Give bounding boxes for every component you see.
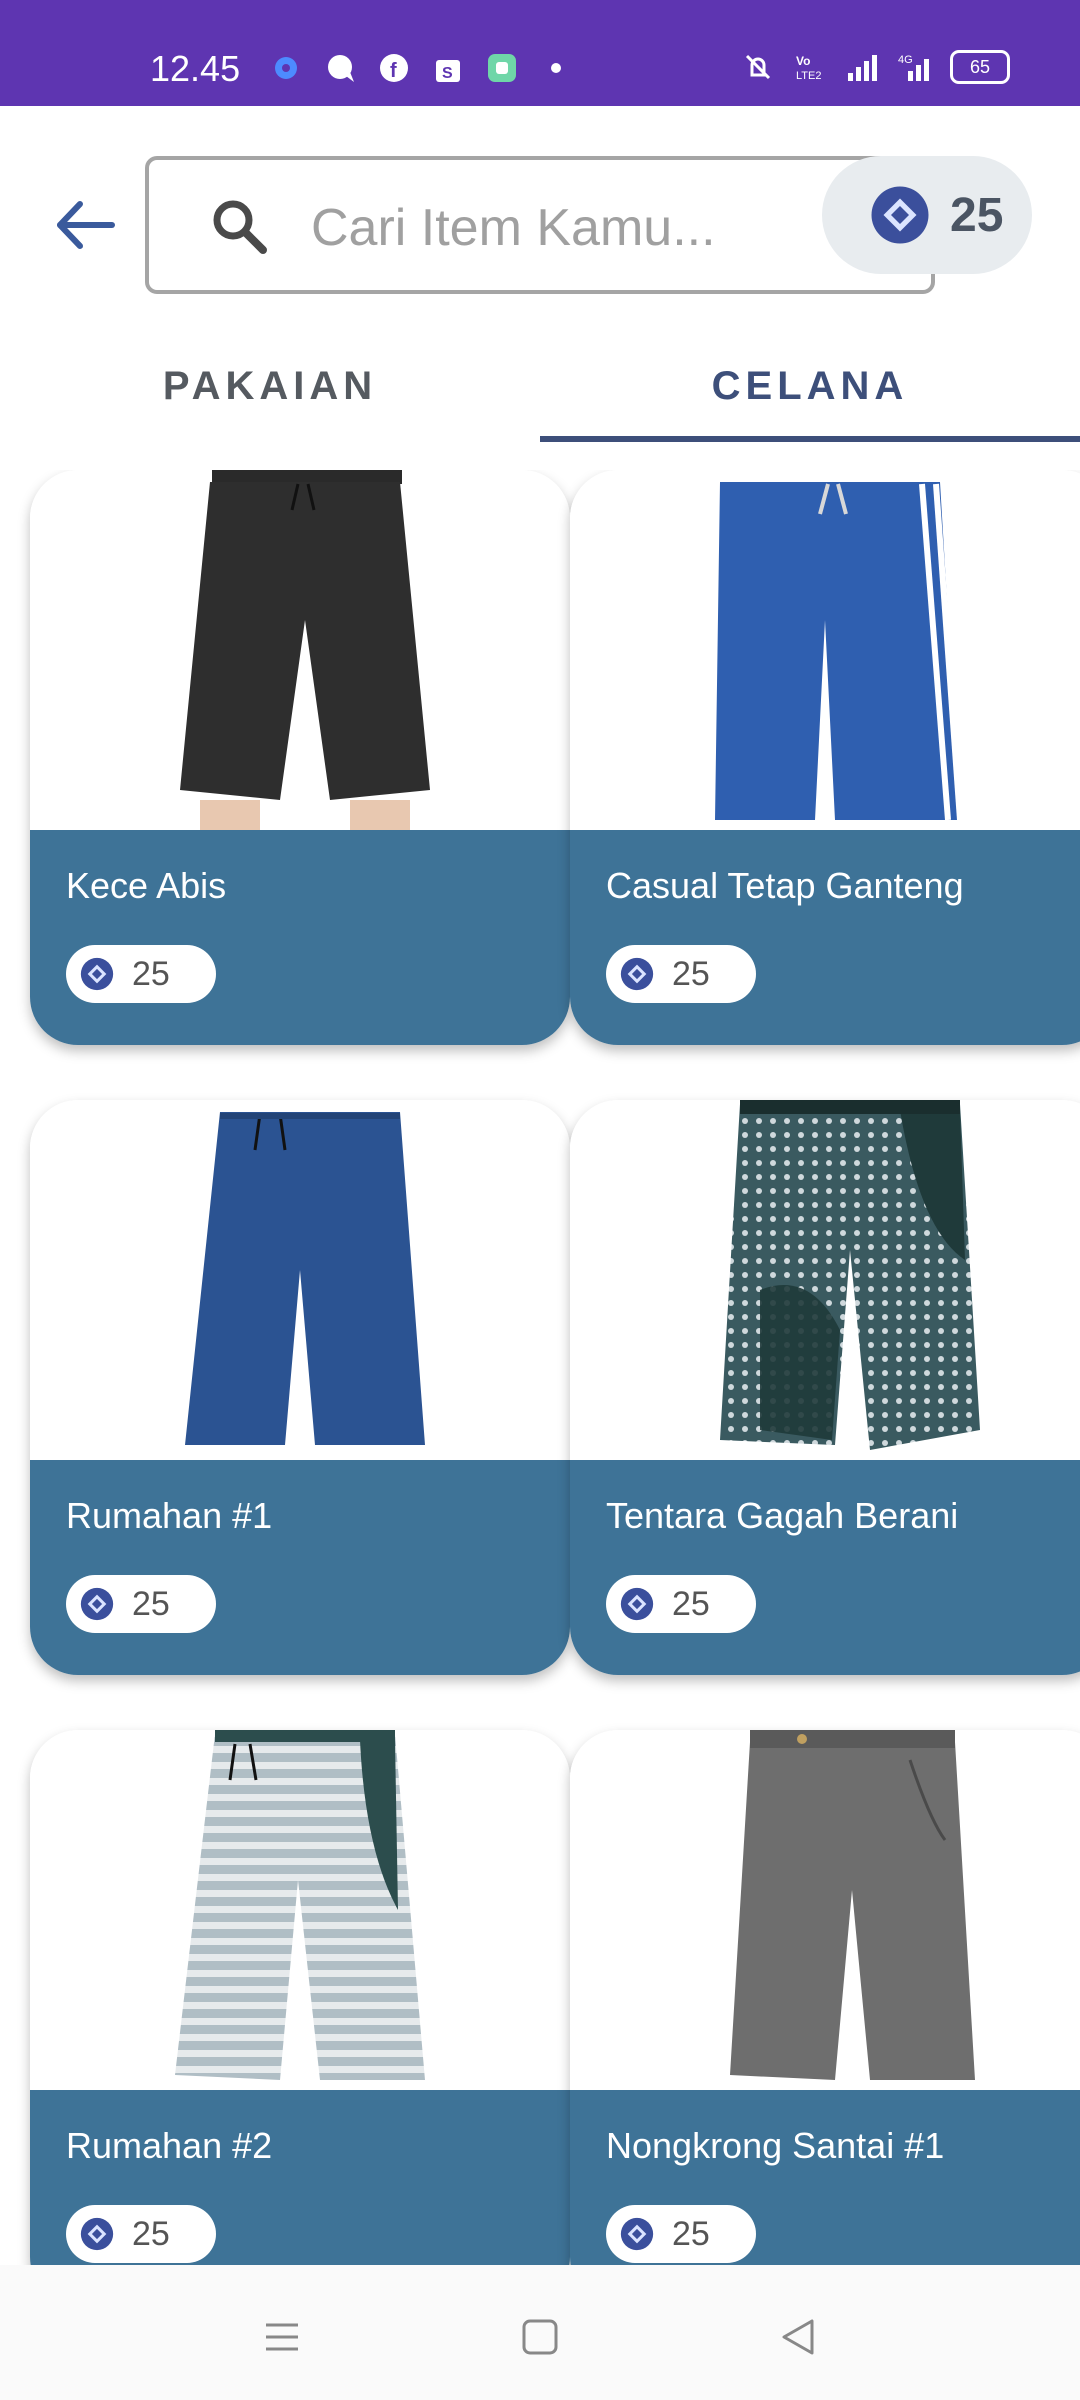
app-icon: [488, 54, 516, 82]
item-name: Kece Abis: [66, 865, 227, 906]
coin-icon: [620, 1587, 654, 1621]
4g-signal-icon: 4G: [898, 54, 929, 81]
item-card[interactable]: Casual Tetap Ganteng 25: [570, 470, 1080, 1045]
item-name: Rumahan #1: [66, 1495, 273, 1536]
chat-icon: [328, 55, 354, 82]
mute-icon: [745, 54, 771, 80]
svg-text:Vo: Vo: [796, 54, 810, 68]
svg-text:LTE2: LTE2: [796, 70, 821, 82]
item-price: 25: [672, 2214, 710, 2253]
battery-indicator: 65: [950, 50, 1010, 84]
facebook-icon: f: [380, 54, 408, 82]
item-image: [30, 1100, 570, 1460]
volte-icon: Vo LTE2: [796, 54, 821, 82]
item-card[interactable]: Rumahan #2 25: [30, 1730, 570, 2265]
status-bar: 12.45 f S Vo LTE2 4G 65: [0, 0, 1080, 106]
price-badge: 25: [606, 1575, 756, 1633]
dot-icon: [551, 63, 561, 73]
item-price: 25: [132, 2214, 170, 2253]
svg-text:4G: 4G: [898, 54, 913, 66]
search-icon: [213, 200, 267, 254]
coin-icon: [80, 957, 114, 991]
price-badge: 25: [606, 2205, 756, 2263]
item-name: Nongkrong Santai #1: [606, 2125, 945, 2166]
item-image: [30, 470, 570, 830]
item-card[interactable]: Tentara Gagah Berani 25: [570, 1100, 1080, 1675]
item-price: 25: [132, 954, 170, 993]
back-arrow-icon[interactable]: [50, 190, 120, 260]
item-name: Tentara Gagah Berani: [606, 1495, 959, 1536]
coin-icon: [80, 1587, 114, 1621]
tab-indicator: [540, 436, 1080, 442]
item-card[interactable]: Rumahan #1 25: [30, 1100, 570, 1675]
item-image: [570, 470, 1080, 830]
item-price: 25: [132, 1584, 170, 1623]
price-badge: 25: [66, 945, 216, 1003]
search-box[interactable]: [145, 156, 935, 294]
coin-icon: [871, 186, 929, 244]
item-card[interactable]: Nongkrong Santai #1 25: [570, 1730, 1080, 2265]
item-image: [570, 1100, 1080, 1460]
item-price: 25: [672, 1584, 710, 1623]
item-name: Casual Tetap Ganteng: [606, 865, 964, 906]
item-card[interactable]: Kece Abis 25: [30, 470, 570, 1045]
coin-balance: 25: [822, 156, 1032, 274]
price-badge: 25: [66, 1575, 216, 1633]
coin-icon: [80, 2217, 114, 2251]
back-icon[interactable]: [768, 2307, 828, 2367]
item-name: Rumahan #2: [66, 2125, 273, 2166]
price-badge: 25: [66, 2205, 216, 2263]
shop-icon: S: [436, 60, 460, 82]
home-icon[interactable]: [510, 2307, 570, 2367]
item-image: [570, 1730, 1080, 2090]
category-tabs: PAKAIAN CELANA: [0, 330, 1080, 442]
coin-balance-value: 25: [950, 188, 1004, 242]
item-price: 25: [672, 954, 710, 993]
navigation-bar: [0, 2265, 1080, 2400]
settings-icon: [275, 57, 297, 79]
signal-icon: [848, 55, 877, 81]
item-grid: Kece Abis 25 Casual Tetap Ganteng 25 Rum…: [0, 470, 1080, 2265]
coin-icon: [620, 2217, 654, 2251]
price-badge: 25: [606, 945, 756, 1003]
search-input[interactable]: [309, 182, 893, 274]
svg-text:S: S: [442, 65, 453, 82]
tab-celana[interactable]: CELANA: [540, 330, 1080, 442]
coin-icon: [620, 957, 654, 991]
menu-icon[interactable]: [252, 2307, 312, 2367]
tab-pakaian[interactable]: PAKAIAN: [0, 330, 540, 442]
svg-text:f: f: [390, 60, 397, 82]
status-time: 12.45: [150, 48, 241, 89]
item-image: [30, 1730, 570, 2090]
